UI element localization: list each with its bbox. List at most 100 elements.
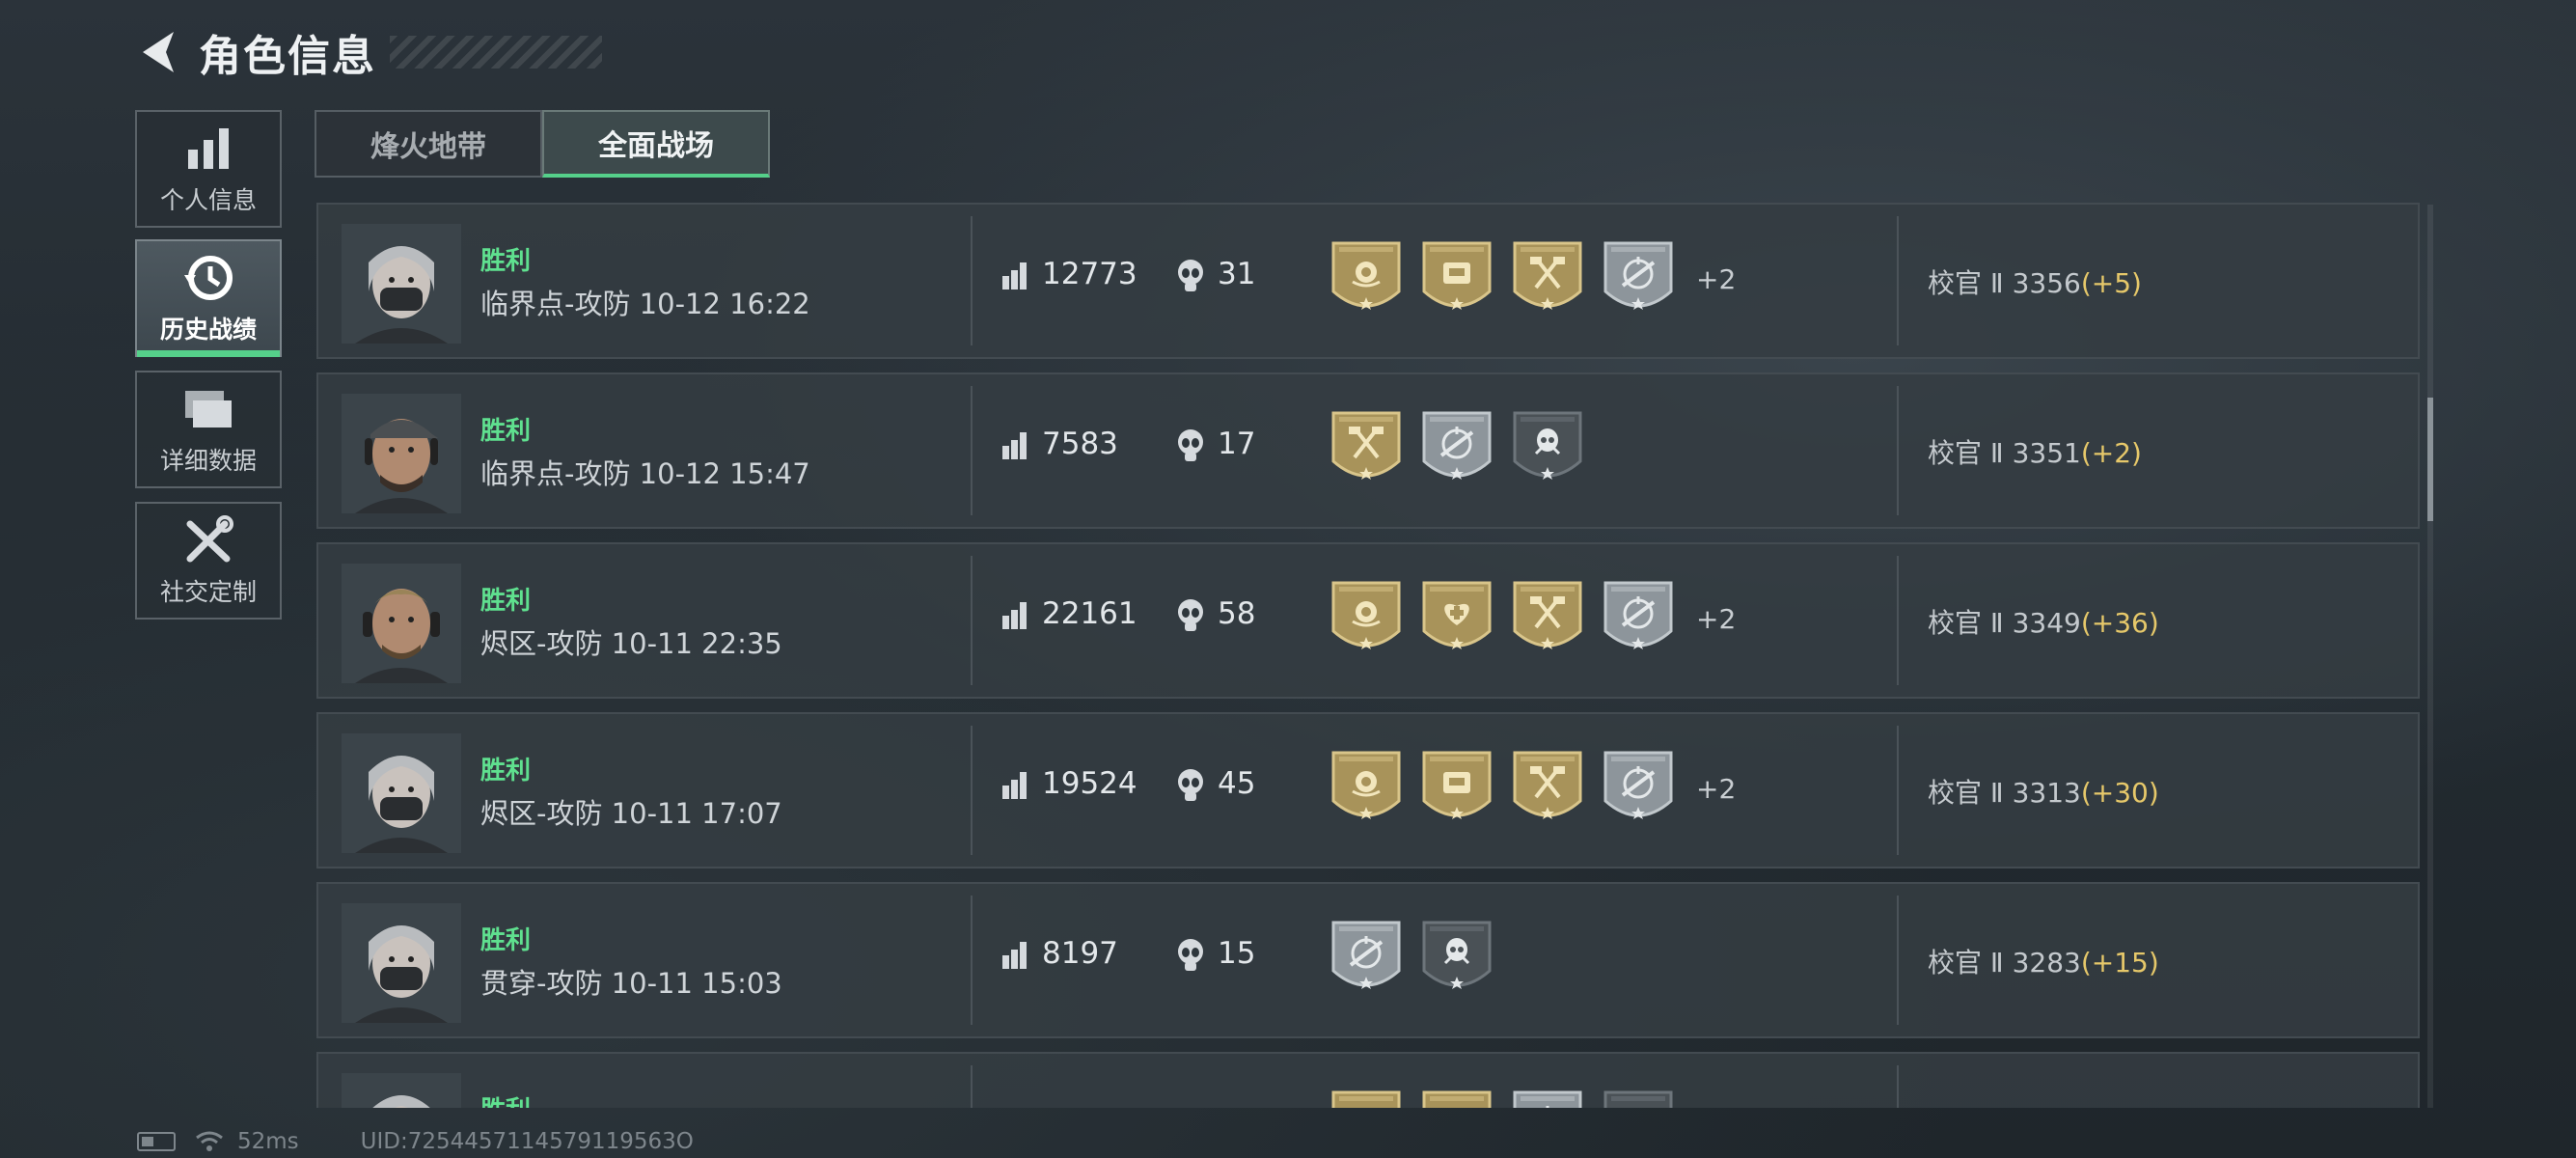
folder-icon <box>181 382 235 436</box>
score-bar-icon <box>1001 600 1028 629</box>
rank-value: 校官 Ⅱ 3351 <box>1928 437 2081 469</box>
title-decoration <box>390 36 602 69</box>
skull-kill-icon <box>1175 938 1206 973</box>
match-result: 胜利 <box>480 587 532 616</box>
match-score: 19524 <box>1042 766 1137 801</box>
match-row[interactable]: 胜利 临界点-攻防 10-12 16:22 12773 31 +2 校官 Ⅱ 3356(+… <box>316 203 2420 359</box>
character-avatar <box>342 1073 461 1108</box>
gold-medic-medal-icon[interactable] <box>1420 577 1494 660</box>
sidebar-item-social[interactable]: 社交定制 <box>135 502 282 620</box>
column-divider <box>971 896 973 1025</box>
medal-list: +2 <box>1329 577 1736 660</box>
rank-value: 校官 Ⅱ 3283 <box>1928 947 2081 979</box>
match-result: 胜利 <box>480 247 532 276</box>
match-kills: 45 <box>1218 766 1256 801</box>
dark-skull-medal-icon[interactable] <box>1602 1087 1675 1108</box>
gold-axes-medal-icon[interactable] <box>1511 237 1584 320</box>
rank-value: 校官 Ⅱ 3356 <box>1928 267 2081 299</box>
column-divider <box>1897 216 1899 345</box>
gold-rose-medal-icon[interactable] <box>1329 1087 1403 1108</box>
character-avatar <box>342 903 461 1023</box>
gold-crate-medal-icon[interactable] <box>1420 237 1494 320</box>
sidebar-item-profile[interactable]: 个人信息 <box>135 110 282 228</box>
skull-kill-icon <box>1175 428 1206 463</box>
silver-crosshair-medal-icon[interactable] <box>1420 407 1494 490</box>
battery-icon <box>137 1132 176 1151</box>
rank-points: 校官 Ⅱ 3351(+2) <box>1928 432 2142 471</box>
silver-crosshair-medal-icon[interactable] <box>1602 237 1675 320</box>
match-row[interactable]: 胜利 烬区-攻防 10-11 22:35 22161 58 +2 校官 Ⅱ 3349(+3… <box>316 542 2420 699</box>
match-map-time: 贯穿-攻防 10-11 15:03 <box>480 967 782 1000</box>
match-result: 胜利 <box>480 417 532 446</box>
medal-list: +2 <box>1329 237 1736 320</box>
gold-axes-medal-icon[interactable] <box>1329 407 1403 490</box>
bar-chart-icon <box>181 122 235 176</box>
rank-points: 校官 Ⅱ 3349(+36) <box>1928 602 2159 641</box>
medal-list <box>1329 407 1605 490</box>
tab-beacon-zone[interactable]: 烽火地带 <box>315 110 542 178</box>
match-map-time: 临界点-攻防 10-12 15:47 <box>480 457 810 490</box>
silver-crosshair-medal-icon[interactable] <box>1329 917 1403 1000</box>
wifi-icon <box>196 1131 223 1151</box>
column-divider <box>971 1065 973 1108</box>
mode-tabs: 烽火地带 全面战场 <box>315 110 770 178</box>
extra-medal-count: +2 <box>1696 602 1737 635</box>
column-divider <box>1897 556 1899 685</box>
silver-crosshair-medal-icon[interactable] <box>1602 747 1675 830</box>
sidebar-item-details[interactable]: 详细数据 <box>135 371 282 488</box>
gold-rose-medal-icon[interactable] <box>1329 577 1403 660</box>
silver-crosshair-medal-icon[interactable] <box>1602 577 1675 660</box>
character-avatar <box>342 394 461 513</box>
gold-rose-medal-icon[interactable] <box>1329 237 1403 320</box>
column-divider <box>971 386 973 515</box>
scrollbar[interactable] <box>2427 205 2433 1108</box>
medal-list <box>1329 1087 1696 1108</box>
column-divider <box>1897 1065 1899 1108</box>
silver-crosshair-medal-icon[interactable] <box>1511 1087 1584 1108</box>
score-bar-icon <box>1001 430 1028 459</box>
match-result: 胜利 <box>480 757 532 786</box>
dark-skull-medal-icon[interactable] <box>1511 407 1584 490</box>
match-row[interactable]: 胜利 <box>316 1052 2420 1108</box>
rank-value: 校官 Ⅱ 3349 <box>1928 607 2081 639</box>
match-result: 胜利 <box>480 926 532 955</box>
match-map-time: 烬区-攻防 10-11 22:35 <box>480 627 782 660</box>
character-avatar <box>342 564 461 683</box>
column-divider <box>971 726 973 855</box>
gold-crate-medal-icon[interactable] <box>1420 1087 1494 1108</box>
page-title: 角色信息 <box>199 32 376 81</box>
ping-value: 52ms <box>237 1129 299 1154</box>
rank-points: 校官 Ⅱ 3313(+30) <box>1928 772 2159 811</box>
score-bar-icon <box>1001 940 1028 969</box>
match-kills: 17 <box>1218 427 1256 461</box>
match-score: 7583 <box>1042 427 1118 461</box>
score-bar-icon <box>1001 261 1028 290</box>
scrollbar-thumb[interactable] <box>2427 398 2433 521</box>
sidebar-item-history[interactable]: 历史战绩 <box>135 239 282 357</box>
tools-icon <box>181 513 235 567</box>
rank-points: 校官 Ⅱ 3283(+15) <box>1928 942 2159 980</box>
gold-crate-medal-icon[interactable] <box>1420 747 1494 830</box>
match-row[interactable]: 胜利 贯穿-攻防 10-11 15:03 8197 15 校官 Ⅱ 3283(+15) <box>316 882 2420 1038</box>
back-button[interactable] <box>135 25 181 79</box>
column-divider <box>1897 896 1899 1025</box>
tab-full-battlefield[interactable]: 全面战场 <box>542 110 770 178</box>
dark-skull-medal-icon[interactable] <box>1420 917 1494 1000</box>
medal-list: +2 <box>1329 747 1736 830</box>
match-score: 22161 <box>1042 596 1137 631</box>
rank-delta: (+15) <box>2080 947 2159 979</box>
skull-kill-icon <box>1175 259 1206 293</box>
rank-delta: (+36) <box>2080 607 2159 639</box>
gold-axes-medal-icon[interactable] <box>1511 577 1584 660</box>
gold-axes-medal-icon[interactable] <box>1511 747 1584 830</box>
match-row[interactable]: 胜利临界点-攻防 10-12 15:47 7583 17 校官 Ⅱ 3351(+2) <box>316 372 2420 529</box>
header: 角色信息 <box>135 23 602 81</box>
history-clock-icon <box>181 251 235 305</box>
match-score: 8197 <box>1042 936 1118 971</box>
match-score: 12773 <box>1042 257 1137 291</box>
uid-text: UID:7254457114579119563O <box>360 1129 694 1154</box>
character-avatar <box>342 224 461 344</box>
match-row[interactable]: 胜利 烬区-攻防 10-11 17:07 19524 45 +2 校官 Ⅱ 3313(+3… <box>316 712 2420 868</box>
column-divider <box>1897 726 1899 855</box>
gold-rose-medal-icon[interactable] <box>1329 747 1403 830</box>
